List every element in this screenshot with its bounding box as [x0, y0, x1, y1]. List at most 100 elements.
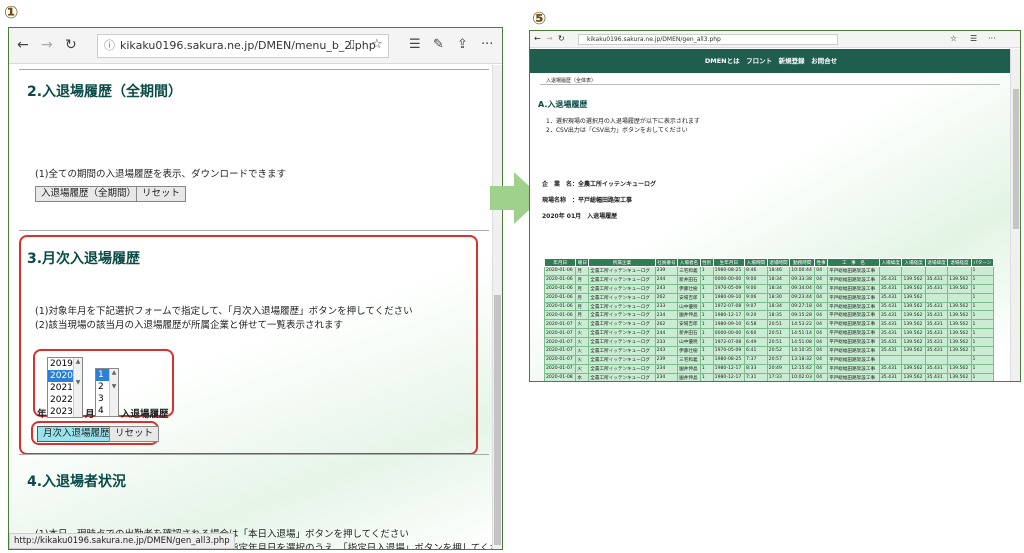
- column-header: 勤務時間: [789, 258, 816, 267]
- table-cell: 14:10:35: [789, 346, 816, 356]
- address-text-2: kikaku0196.sakura.ne.jp/DMEN/gen_all3.ph…: [587, 36, 721, 43]
- page-scrollbar-2[interactable]: [1010, 49, 1020, 381]
- section2-reset-button[interactable]: リセット: [136, 186, 187, 202]
- site-nav-bar[interactable]: DMENとは フロント 新規登録 お問合せ: [530, 49, 1012, 73]
- address-bar-2[interactable]: kikaku0196.sakura.ne.jp/DMEN/gen_all3.ph…: [578, 34, 838, 45]
- table-cell: 月: [575, 283, 590, 294]
- table-cell: 9:07: [744, 301, 768, 312]
- table-cell: [947, 292, 972, 303]
- month-select-scrollbar[interactable]: ▲ ▼: [109, 369, 118, 416]
- forward-icon[interactable]: →: [546, 34, 553, 43]
- table-cell: 35.431: [924, 363, 949, 374]
- table-cell: 2020-01-06: [543, 283, 577, 294]
- table-cell: 1: [699, 363, 714, 374]
- table-cell: 園井伸晶: [677, 363, 701, 374]
- table-cell: 山中優暁: [677, 337, 701, 348]
- table-cell: [947, 266, 972, 276]
- table-cell: 04: [814, 266, 829, 276]
- address-bar[interactable]: ⓘ kikaku0196.sakura.ne.jp/DMEN/menu_b_2.…: [97, 34, 389, 58]
- favorite-star-icon[interactable]: ☆: [371, 37, 383, 52]
- table-cell: 2020-01-07: [543, 319, 577, 330]
- table-cell: 04: [814, 337, 829, 348]
- table-cell: 2020-01-06: [543, 292, 577, 303]
- all-period-history-button[interactable]: 入退場履歴（全期間）: [35, 186, 143, 202]
- history-label: 入退場履歴: [121, 409, 169, 420]
- table-cell: 9:06: [744, 292, 768, 303]
- table-cell: 園井伸晶: [677, 310, 701, 321]
- table-cell: 139.562: [901, 346, 926, 356]
- table-cell: 1: [699, 354, 714, 365]
- table-cell: 2020-01-07: [543, 354, 577, 365]
- table-cell: [901, 354, 926, 365]
- favorites-hub-icon[interactable]: ☰: [970, 34, 977, 43]
- table-cell: 平戸総幅田路架設工事: [827, 266, 880, 276]
- table-cell: 18:34: [766, 283, 791, 294]
- table-cell: 1: [970, 301, 995, 312]
- month-select[interactable]: 1 2 3 4 ▲ ▼: [95, 368, 119, 417]
- more-icon[interactable]: ···: [481, 37, 493, 52]
- column-header: 工 事 名: [827, 258, 880, 267]
- table-cell: 1: [699, 346, 714, 356]
- table-cell: 234: [654, 363, 679, 374]
- table-cell: 全農工所イッテンキューログ: [588, 346, 656, 356]
- table-cell: 全農工所イッテンキューログ: [588, 337, 656, 348]
- table-row: 2020-01-07 火全農工所イッテンキューログ 234 園井伸晶 1 1980-12-…: [543, 363, 995, 374]
- table-cell: 2020-01-07: [543, 346, 577, 356]
- period-label: 2020年 01月 入退場履歴: [542, 213, 618, 220]
- scrollbar-thumb[interactable]: [1013, 89, 1019, 229]
- column-header: 入場者名: [677, 258, 701, 267]
- divider: [540, 84, 1000, 85]
- column-header: 入場時間: [744, 258, 768, 267]
- table-cell: 244: [654, 328, 679, 339]
- more-icon[interactable]: ···: [988, 34, 996, 43]
- table-cell: 平戸総幅田路架設工事: [827, 346, 880, 356]
- section3-reset-button[interactable]: リセット: [109, 426, 160, 442]
- table-row: 2020-01-08 水全農工所イッテンキューログ 234 園井伸晶 1 1980-12-…: [543, 372, 995, 381]
- table-cell: 04: [814, 292, 829, 303]
- table-cell: 139.562: [947, 283, 972, 294]
- table-cell: 1: [699, 266, 714, 276]
- back-icon[interactable]: ←: [17, 37, 29, 53]
- table-cell: 04: [814, 319, 829, 330]
- table-cell: 13:18:32: [789, 354, 816, 365]
- refresh-icon[interactable]: ↻: [558, 34, 565, 43]
- table-cell: 平戸総幅田路架設工事: [827, 274, 880, 285]
- table-cell: 全農工所イッテンキューログ: [588, 372, 656, 381]
- table-cell: 09:27:18: [789, 301, 816, 312]
- monthly-history-button[interactable]: 月次入退場履歴: [37, 426, 116, 442]
- table-cell: 2020-01-06: [543, 274, 577, 285]
- forward-icon[interactable]: →: [41, 37, 53, 53]
- site-name: 現場名称 ：平戸総幅田路架工事: [542, 197, 633, 204]
- year-select-scrollbar[interactable]: ▲ ▼: [73, 358, 82, 417]
- page-scrollbar[interactable]: [492, 65, 502, 549]
- column-header: 入場緯度: [878, 258, 903, 267]
- reading-view-icon[interactable]: ▯: [349, 37, 355, 50]
- table-cell: 平戸総幅田路架設工事: [827, 283, 880, 294]
- table-cell: 火: [575, 319, 590, 330]
- info-icon[interactable]: ⓘ: [104, 35, 115, 57]
- table-cell: 139.562: [947, 328, 972, 339]
- table-cell: 35.431: [878, 301, 903, 312]
- table-cell: 火: [575, 363, 590, 374]
- year-select[interactable]: 2019 2020 2021 2022 2023 ▲ ▼: [47, 357, 83, 418]
- table-row: 2020-01-06 月全農工所イッテンキューログ 262 安場吉郎 1 1980-09-…: [543, 292, 995, 303]
- table-cell: 234: [654, 310, 679, 321]
- table-cell: 平戸総幅田路架設工事: [827, 354, 880, 365]
- favorites-hub-icon[interactable]: ☰: [409, 37, 421, 52]
- table-cell: 239: [654, 266, 679, 276]
- table-cell: 20:51: [766, 328, 791, 339]
- favorite-star-icon[interactable]: ☆: [950, 34, 957, 43]
- share-icon[interactable]: ⇪: [457, 37, 468, 52]
- table-cell: 14:51:14: [789, 328, 816, 339]
- table-cell: 35.431: [924, 274, 949, 285]
- back-icon[interactable]: ←: [534, 34, 541, 43]
- scrollbar-thumb[interactable]: [494, 295, 501, 545]
- pen-icon[interactable]: ✎: [433, 37, 444, 52]
- table-cell: 8:46: [744, 266, 768, 276]
- table-cell: 0000-00-00: [712, 328, 746, 339]
- section3-desc-2: (2)該当現場の該当月の入退場履歴が所属企業と併せて一覧表示されます: [35, 320, 343, 331]
- table-cell: 月: [575, 310, 590, 321]
- table-cell: 10:02:03: [789, 372, 816, 381]
- table-cell: [878, 354, 903, 365]
- refresh-icon[interactable]: ↻: [65, 37, 77, 53]
